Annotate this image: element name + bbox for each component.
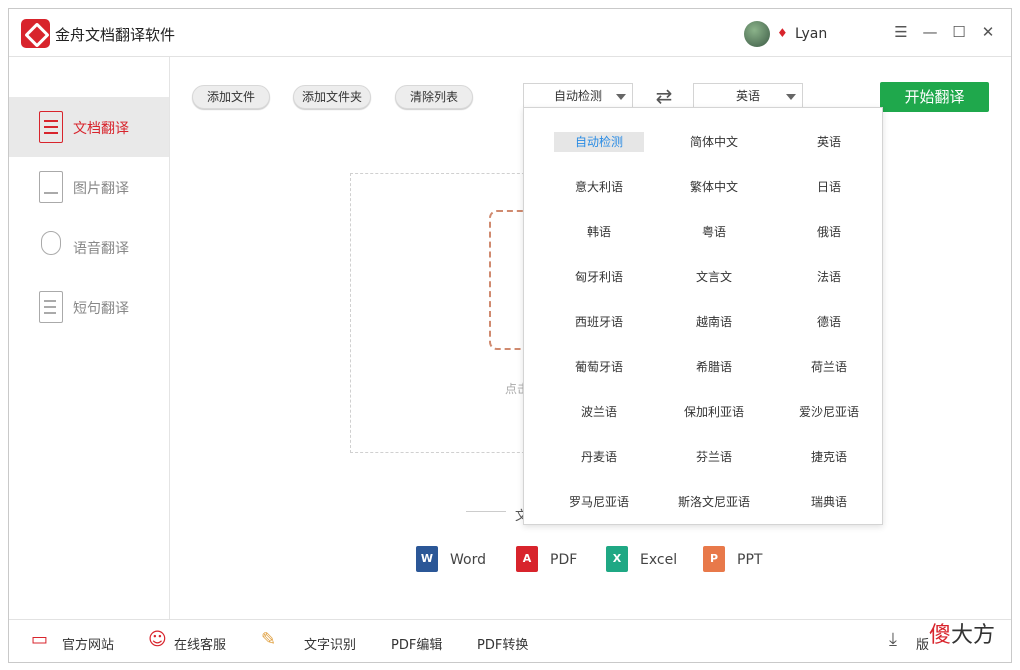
- minimize-button[interactable]: —: [919, 21, 941, 43]
- ocr-link[interactable]: 文字识别: [304, 634, 356, 653]
- add-file-button[interactable]: 添加文件: [192, 85, 270, 109]
- language-option[interactable]: 希腊语: [669, 357, 759, 377]
- sidebar-item-label: 短句翻译: [73, 301, 129, 317]
- monitor-icon: ▭: [31, 629, 49, 650]
- format-excel: X Excel: [606, 546, 686, 574]
- watermark: 傻大方: [929, 623, 996, 648]
- language-option[interactable]: 日语: [784, 177, 874, 197]
- vip-diamond-icon: ♦: [777, 26, 788, 40]
- sidebar-item-label: 语音翻译: [73, 241, 129, 257]
- format-label: PDF: [550, 552, 578, 568]
- app-logo-icon: [21, 19, 50, 48]
- language-option[interactable]: 波兰语: [554, 402, 644, 422]
- format-word: W Word: [416, 546, 498, 574]
- add-folder-button[interactable]: 添加文件夹: [293, 85, 371, 109]
- language-option[interactable]: 保加利亚语: [669, 402, 759, 422]
- language-option[interactable]: 韩语: [554, 222, 644, 242]
- username[interactable]: Lyan: [795, 26, 827, 42]
- official-website-link[interactable]: 官方网站: [62, 634, 114, 653]
- ppt-icon: P: [703, 546, 725, 572]
- language-option[interactable]: 文言文: [669, 267, 759, 287]
- language-option[interactable]: 斯洛文尼亚语: [669, 492, 759, 512]
- image-icon: [39, 171, 63, 203]
- format-label: Word: [450, 552, 486, 568]
- sidebar-item-sentence-translate[interactable]: 短句翻译: [9, 277, 169, 337]
- language-option[interactable]: 法语: [784, 267, 874, 287]
- pdf-edit-link[interactable]: PDF编辑: [391, 634, 442, 653]
- language-option[interactable]: 瑞典语: [784, 492, 874, 512]
- language-option[interactable]: 丹麦语: [554, 447, 644, 467]
- maximize-button[interactable]: ☐: [948, 21, 970, 43]
- start-translate-button[interactable]: 开始翻译: [880, 82, 989, 112]
- format-label: PPT: [737, 552, 763, 568]
- menu-icon[interactable]: ☰: [890, 21, 912, 43]
- language-option[interactable]: 爱沙尼亚语: [784, 402, 874, 422]
- language-option[interactable]: 德语: [784, 312, 874, 332]
- document-icon: [39, 111, 63, 143]
- language-option[interactable]: 粤语: [669, 222, 759, 242]
- pdf-icon: A: [516, 546, 538, 572]
- language-dropdown: 自动检测 简体中文 英语意大利语 繁体中文 日语韩语 粤语 俄语匈牙利语 文言文 法语西班牙语 越…: [523, 107, 883, 525]
- close-button[interactable]: ✕: [977, 21, 999, 43]
- source-language-select[interactable]: 自动检测: [523, 83, 633, 109]
- chevron-down-icon: [786, 94, 796, 100]
- language-option[interactable]: 简体中文: [669, 132, 759, 152]
- clear-list-button[interactable]: 清除列表: [395, 85, 473, 109]
- target-language-select[interactable]: 英语: [693, 83, 803, 109]
- language-option[interactable]: 葡萄牙语: [554, 357, 644, 377]
- download-icon[interactable]: ⤓: [889, 630, 897, 650]
- chevron-down-icon: [616, 94, 626, 100]
- target-language-value: 英语: [736, 89, 761, 103]
- microphone-icon: [41, 231, 61, 255]
- language-option[interactable]: 罗马尼亚语: [554, 492, 644, 512]
- app-window: 金舟文档翻译软件 ♦ Lyan ☰ — ☐ ✕ 文档翻译 图片翻译 语音翻译 短…: [8, 8, 1012, 663]
- language-option[interactable]: 荷兰语: [784, 357, 874, 377]
- swap-languages-icon[interactable]: ⇄: [651, 85, 677, 107]
- language-option[interactable]: 越南语: [669, 312, 759, 332]
- language-option[interactable]: 意大利语: [554, 177, 644, 197]
- format-pdf: A PDF: [516, 546, 586, 574]
- sidebar-item-image-translate[interactable]: 图片翻译: [9, 157, 169, 217]
- language-option[interactable]: 繁体中文: [669, 177, 759, 197]
- title-bar: 金舟文档翻译软件 ♦ Lyan ☰ — ☐ ✕: [9, 9, 1011, 57]
- sidebar-item-voice-translate[interactable]: 语音翻译: [9, 217, 169, 277]
- sidebar-item-label: 图片翻译: [73, 181, 129, 197]
- sidebar: 文档翻译 图片翻译 语音翻译 短句翻译: [9, 57, 170, 619]
- language-option[interactable]: 俄语: [784, 222, 874, 242]
- user-support-icon: ☺: [148, 629, 167, 650]
- text-file-icon: [39, 291, 63, 323]
- format-ppt: P PPT: [703, 546, 773, 574]
- language-option[interactable]: 捷克语: [784, 447, 874, 467]
- user-avatar[interactable]: [744, 21, 770, 47]
- source-language-value: 自动检测: [554, 89, 603, 103]
- language-option[interactable]: 芬兰语: [669, 447, 759, 467]
- sidebar-item-label: 文档翻译: [73, 121, 129, 137]
- language-option[interactable]: 匈牙利语: [554, 267, 644, 287]
- language-option[interactable]: 自动检测: [554, 132, 644, 152]
- sidebar-item-document-translate[interactable]: 文档翻译: [9, 97, 169, 157]
- format-label: Excel: [640, 552, 678, 568]
- ocr-brush-icon: ✎: [261, 629, 277, 650]
- version-label: 版: [916, 638, 930, 653]
- excel-icon: X: [606, 546, 628, 572]
- bottom-bar: ▭ 官方网站 ☺ 在线客服 ✎ 文字识别 PDF编辑 PDF转换 ⤓ 版: [9, 619, 1011, 663]
- word-icon: W: [416, 546, 438, 572]
- language-option[interactable]: 英语: [784, 132, 874, 152]
- app-title: 金舟文档翻译软件: [55, 26, 176, 44]
- divider: [466, 511, 506, 512]
- language-option[interactable]: 西班牙语: [554, 312, 644, 332]
- online-support-link[interactable]: 在线客服: [174, 634, 226, 653]
- pdf-convert-link[interactable]: PDF转换: [477, 634, 528, 653]
